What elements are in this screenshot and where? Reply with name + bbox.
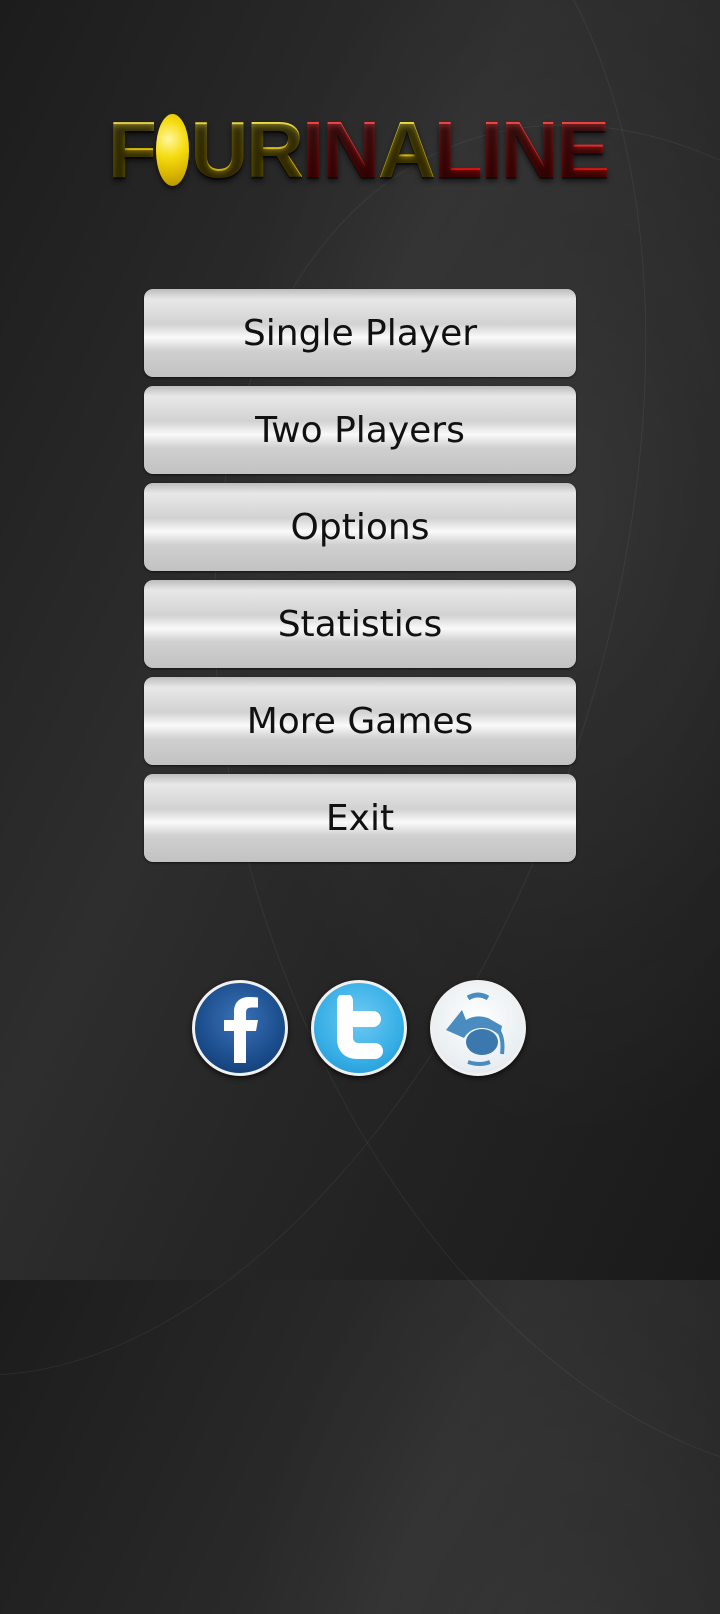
game-logo: F UR IN A LINE [108,105,610,194]
logo-text-four-f: F [108,105,157,194]
logo-text-in: IN [301,105,380,194]
options-button[interactable]: Options [144,483,576,571]
logo-text-four-ur: UR [190,105,304,194]
facebook-button[interactable] [192,980,288,1076]
exit-button[interactable]: Exit [144,774,576,862]
single-player-button[interactable]: Single Player [144,289,576,377]
twitter-icon [337,995,383,1059]
app-brand-icon [446,992,505,1066]
more-games-button[interactable]: More Games [144,677,576,765]
twitter-button[interactable] [311,980,407,1076]
logo-text-line: LINE [433,105,610,194]
two-players-button[interactable]: Two Players [144,386,576,474]
logo-text-a: A [377,105,436,194]
statistics-button[interactable]: Statistics [144,580,576,668]
logo-ball-o [155,114,190,186]
app-brand-button[interactable] [430,980,526,1076]
facebook-icon [224,997,258,1063]
